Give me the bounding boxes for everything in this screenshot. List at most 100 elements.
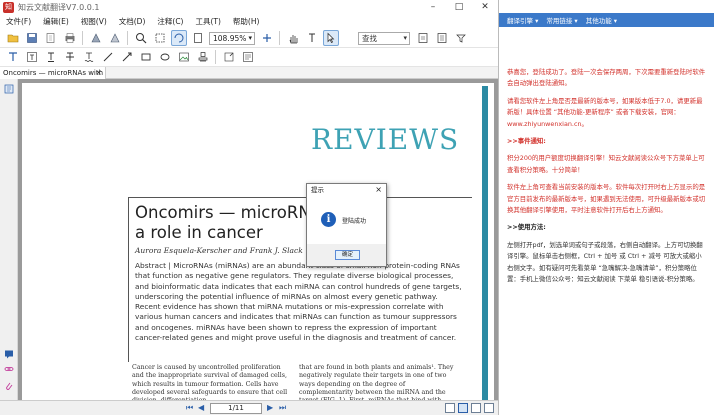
toolbar-separator: [279, 31, 280, 45]
menu-file[interactable]: 文件(F): [6, 16, 31, 27]
main-toolbar: 108.95% 查找: [0, 29, 498, 48]
page-view-icon[interactable]: [190, 30, 206, 46]
fit-page-icon[interactable]: [152, 30, 168, 46]
toolbar-separator: [215, 50, 216, 64]
minimize-icon[interactable]: –: [420, 0, 446, 15]
left-sidebar: [0, 79, 18, 400]
single-page-view-icon[interactable]: [445, 403, 455, 413]
article-authors: Aurora Esquela-Kerscher and Frank J. Sla…: [135, 246, 303, 255]
status-bar: ⏮ ◀ 1/11 ▶ ⏭: [0, 400, 498, 415]
rectangle-icon[interactable]: [138, 49, 154, 65]
toolbar-separator: [127, 31, 128, 45]
line-icon[interactable]: [100, 49, 116, 65]
text-select-icon[interactable]: [304, 30, 320, 46]
menu-bar: 文件(F) 编辑(E) 视图(V) 文档(D) 注释(C) 工具(T) 帮助(H…: [0, 15, 498, 28]
arrow-line-icon[interactable]: [119, 49, 135, 65]
app-icon: 知: [3, 2, 14, 13]
window-title: 知云文献翻译V7.0.0.1: [18, 3, 100, 12]
dialog-ok-button[interactable]: 确定: [335, 250, 360, 260]
find-next-icon[interactable]: [434, 30, 450, 46]
print-icon[interactable]: [62, 30, 78, 46]
hand-tool-icon[interactable]: [285, 30, 301, 46]
translation-output[interactable]: 恭喜您，登陆成功了。登陆一次会保存两周，下次需要重新登陆时软件会自动弹出登陆通知…: [507, 67, 707, 292]
attachment-panel-icon[interactable]: [4, 381, 14, 391]
body-column-left: Cancer is caused by uncontrolled prolife…: [132, 364, 288, 400]
document-view[interactable]: REVIEWS Oncomirs — microRN a role in can…: [18, 79, 498, 400]
dialog-message: 登陆成功: [342, 218, 367, 225]
tab-document[interactable]: Oncomirs — microRNAs with ×: [0, 67, 106, 79]
dialog-title-bar: 提示 ×: [307, 184, 386, 196]
translation-engine-menu[interactable]: 翻译引擎 ▾: [507, 15, 538, 25]
menu-document[interactable]: 文档(D): [119, 16, 146, 27]
translation-panel: 翻译引擎 ▾ 常用链接 ▾ 其他功能 ▾ 恭喜您，登陆成功了。登陆一次会保存两周…: [498, 0, 714, 415]
menu-tools[interactable]: 工具(T): [195, 16, 220, 27]
fit-width-icon[interactable]: [170, 30, 187, 46]
rotate-right-icon[interactable]: [107, 30, 123, 46]
close-window-icon[interactable]: ✕: [472, 0, 498, 15]
toolbar-separator: [82, 31, 83, 45]
note-icon[interactable]: [221, 49, 237, 65]
login-success-notice: 恭喜您，登陆成功了。登陆一次会保存两周，下次需要重新登陆时软件会自动弹出登陆通知…: [507, 68, 706, 88]
highlight-icon[interactable]: [24, 49, 40, 65]
two-page-continuous-icon[interactable]: [484, 403, 494, 413]
message-dialog: 提示 × i 登陆成功 确定: [306, 183, 387, 267]
maximize-icon[interactable]: □: [446, 0, 472, 15]
squiggly-icon[interactable]: [81, 49, 97, 65]
first-page-icon[interactable]: ⏮: [186, 403, 193, 413]
dialog-title: 提示: [311, 186, 324, 194]
continuous-view-icon[interactable]: [458, 403, 468, 413]
usage-heading: >>使用方法:: [507, 223, 546, 232]
two-page-view-icon[interactable]: [471, 403, 481, 413]
menu-view[interactable]: 视图(V): [81, 16, 107, 27]
document-tab-strip: Oncomirs — microRNAs with ×: [0, 67, 498, 79]
text-tool-icon[interactable]: [5, 49, 21, 65]
find-prev-icon[interactable]: [415, 30, 431, 46]
event-notice-heading: >>事件通知:: [507, 137, 546, 146]
dialog-close-icon[interactable]: ×: [375, 184, 382, 196]
search-options-icon[interactable]: [453, 30, 469, 46]
page-number-input[interactable]: 1/11: [210, 403, 262, 414]
tab-label: Oncomirs — microRNAs with: [3, 69, 104, 77]
zoom-level-select[interactable]: 108.95%: [209, 31, 255, 45]
save-as-icon[interactable]: [43, 30, 59, 46]
zoom-in-icon[interactable]: [259, 30, 275, 46]
article-title-line2: a role in cancer: [135, 223, 263, 242]
ellipse-icon[interactable]: [157, 49, 173, 65]
properties-icon[interactable]: [240, 49, 256, 65]
menu-comment[interactable]: 注释(C): [157, 16, 183, 27]
menu-edit[interactable]: 编辑(E): [43, 16, 69, 27]
image-icon[interactable]: [176, 49, 192, 65]
other-functions-menu[interactable]: 其他功能 ▾: [586, 15, 617, 25]
underline-icon[interactable]: [43, 49, 59, 65]
last-page-icon[interactable]: ⏭: [279, 403, 286, 413]
close-tab-icon[interactable]: ×: [95, 67, 102, 79]
open-folder-icon[interactable]: [5, 30, 21, 46]
points-notice: 积分200的用户额度切换翻译引擎！知云文献阅读公众号下方菜单上可查看积分策略。十…: [507, 154, 705, 174]
annotation-toolbar: [0, 48, 498, 67]
update-notice: 请看您软件左上角是否是最新的版本号，如果版本低于7.0，请更新最新版！具体位置 …: [507, 96, 703, 128]
strikeout-icon[interactable]: [62, 49, 78, 65]
common-links-menu[interactable]: 常用链接 ▾: [546, 15, 577, 25]
prev-page-icon[interactable]: ◀: [198, 403, 204, 412]
version-notice: 软件左上角可查看当前安装的版本号。软件每次打开时右上方显示的是官方目前发布的最新…: [507, 183, 706, 215]
select-arrow-icon[interactable]: [322, 30, 339, 46]
journal-accent-bar: [482, 86, 488, 400]
journal-header: REVIEWS: [311, 123, 460, 156]
zoom-icon[interactable]: [133, 30, 149, 46]
body-column-right: that are found in both plants and animal…: [299, 364, 454, 400]
dialog-body: i 登陆成功: [307, 196, 386, 244]
stamp-icon[interactable]: [195, 49, 211, 65]
title-bar: 知 知云文献翻译V7.0.0.1 – □ ✕: [0, 0, 498, 15]
menu-help[interactable]: 帮助(H): [233, 16, 260, 27]
article-title: Oncomirs — microRN a role in cancer: [135, 203, 311, 243]
rotate-left-icon[interactable]: [88, 30, 104, 46]
translation-panel-header: 翻译引擎 ▾ 常用链接 ▾ 其他功能 ▾: [499, 13, 714, 27]
link-panel-icon[interactable]: [4, 364, 14, 374]
save-icon[interactable]: [24, 30, 40, 46]
next-page-icon[interactable]: ▶: [267, 403, 273, 412]
bookmark-panel-icon[interactable]: [4, 84, 14, 94]
article-title-line1: Oncomirs — microRN: [135, 203, 311, 222]
article-abstract: Abstract | MicroRNAs (miRNAs) are an abu…: [135, 261, 462, 343]
search-input[interactable]: 查找: [358, 31, 410, 45]
comment-panel-icon[interactable]: [4, 349, 14, 359]
